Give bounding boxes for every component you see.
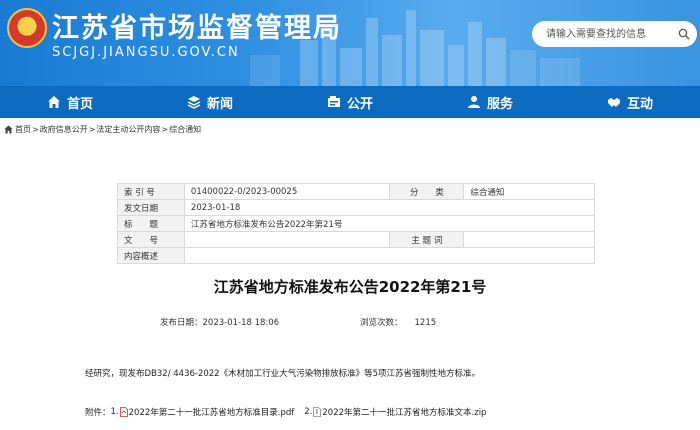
nav-item-open[interactable]: 公开 bbox=[280, 86, 420, 118]
attachment-index: 2. bbox=[304, 407, 313, 417]
meta-row: 内容概述 bbox=[117, 247, 596, 264]
article-body: 经研究，现发布DB32/ 4436-2022《木材加工行业大气污染物排放标准》等… bbox=[85, 369, 481, 379]
zip-file-icon bbox=[313, 407, 322, 417]
breadcrumb-separator: > bbox=[88, 125, 96, 134]
nav-item-label: 新闻 bbox=[206, 96, 233, 112]
nav-item-label: 首页 bbox=[66, 96, 93, 112]
publish-date-value: 2023-01-18 18:06 bbox=[202, 318, 280, 328]
attachment-index: 1. bbox=[110, 407, 119, 417]
index-value: 01400022-0/2023-00025 bbox=[183, 183, 391, 200]
national-emblem-icon: ★ bbox=[7, 8, 47, 48]
title-label: 标 题 bbox=[117, 215, 185, 232]
nav-item-label: 服务 bbox=[486, 96, 513, 112]
breadcrumb: 首页 > 政府信息公开 > 法定主动公开内容 > 综合通知 bbox=[4, 124, 201, 135]
date-label: 发文日期 bbox=[117, 199, 185, 216]
meta-row: 标 题 江苏省地方标准发布公告2022年第21号 bbox=[117, 215, 596, 232]
open-icon bbox=[327, 96, 340, 107]
docno-label: 文 号 bbox=[117, 231, 185, 248]
category-value: 综合通知 bbox=[463, 183, 595, 200]
docno-value bbox=[183, 231, 391, 248]
date-value: 2023-01-18 bbox=[183, 199, 596, 216]
publish-date: 发布日期：2023-01-18 18:06 bbox=[160, 316, 279, 328]
nav-item-news[interactable]: 新闻 bbox=[140, 86, 280, 118]
nav-item-home[interactable]: 首页 bbox=[0, 86, 140, 118]
view-count-value: 1215 bbox=[414, 318, 437, 328]
nav-item-label: 公开 bbox=[346, 96, 373, 112]
attachments: 附件： 1. 2022年第二十一批江苏省地方标准目录.pdf 2. 2022年第… bbox=[85, 406, 486, 418]
breadcrumb-link-statutory[interactable]: 法定主动公开内容 bbox=[96, 124, 160, 135]
site-header: ★ 江苏省市场监督管理局 SCJGJ.JIANGSU.GOV.CN bbox=[0, 0, 700, 86]
nav-item-interact[interactable]: 互动 bbox=[560, 86, 700, 118]
home-icon bbox=[4, 125, 13, 134]
subject-value bbox=[463, 231, 595, 248]
site-title: 江苏省市场监督管理局 bbox=[52, 13, 342, 44]
meta-row: 索 引 号 01400022-0/2023-00025 分 类 综合通知 bbox=[117, 183, 595, 200]
breadcrumb-link-gov-info[interactable]: 政府信息公开 bbox=[40, 124, 88, 135]
handshake-icon bbox=[607, 98, 620, 107]
pdf-file-icon bbox=[119, 407, 128, 417]
user-icon bbox=[467, 96, 480, 108]
search-input[interactable] bbox=[532, 21, 697, 47]
article-title: 江苏省地方标准发布公告2022年第21号 bbox=[213, 278, 487, 296]
search-icon[interactable] bbox=[678, 28, 690, 40]
nav-item-label: 互动 bbox=[626, 96, 653, 112]
publish-date-label: 发布日期： bbox=[160, 318, 203, 328]
site-domain: SCJGJ.JIANGSU.GOV.CN bbox=[52, 45, 240, 60]
breadcrumb-separator: > bbox=[32, 125, 39, 134]
category-label: 分 类 bbox=[389, 183, 465, 200]
view-count: 浏览次数： 1215 bbox=[360, 316, 436, 328]
meta-row: 发文日期 2023-01-18 bbox=[117, 199, 596, 216]
attachment-link-zip[interactable]: 2022年第二十一批江苏省地方标准文本.zip bbox=[322, 406, 486, 418]
summary-value bbox=[183, 247, 596, 264]
meta-row: 文 号 主 题 词 bbox=[117, 231, 595, 248]
breadcrumb-link-home[interactable]: 首页 bbox=[15, 124, 31, 135]
layers-icon bbox=[187, 96, 201, 109]
nav-item-service[interactable]: 服务 bbox=[420, 86, 560, 118]
breadcrumb-link-general-notice[interactable]: 综合通知 bbox=[169, 124, 201, 135]
summary-label: 内容概述 bbox=[117, 247, 185, 264]
subject-label: 主 题 词 bbox=[389, 231, 465, 248]
home-icon bbox=[47, 96, 60, 108]
title-value: 江苏省地方标准发布公告2022年第21号 bbox=[183, 215, 596, 232]
index-label: 索 引 号 bbox=[117, 183, 185, 200]
view-count-label: 浏览次数： bbox=[360, 318, 403, 328]
document-meta-table: 索 引 号 01400022-0/2023-00025 分 类 综合通知 发文日… bbox=[117, 183, 596, 264]
breadcrumb-separator: > bbox=[161, 125, 169, 134]
attachment-link-pdf[interactable]: 2022年第二十一批江苏省地方标准目录.pdf bbox=[129, 406, 295, 418]
attachments-label: 附件： bbox=[85, 408, 111, 418]
main-nav: 首页 新闻 公开 服务 互动 bbox=[0, 86, 700, 118]
